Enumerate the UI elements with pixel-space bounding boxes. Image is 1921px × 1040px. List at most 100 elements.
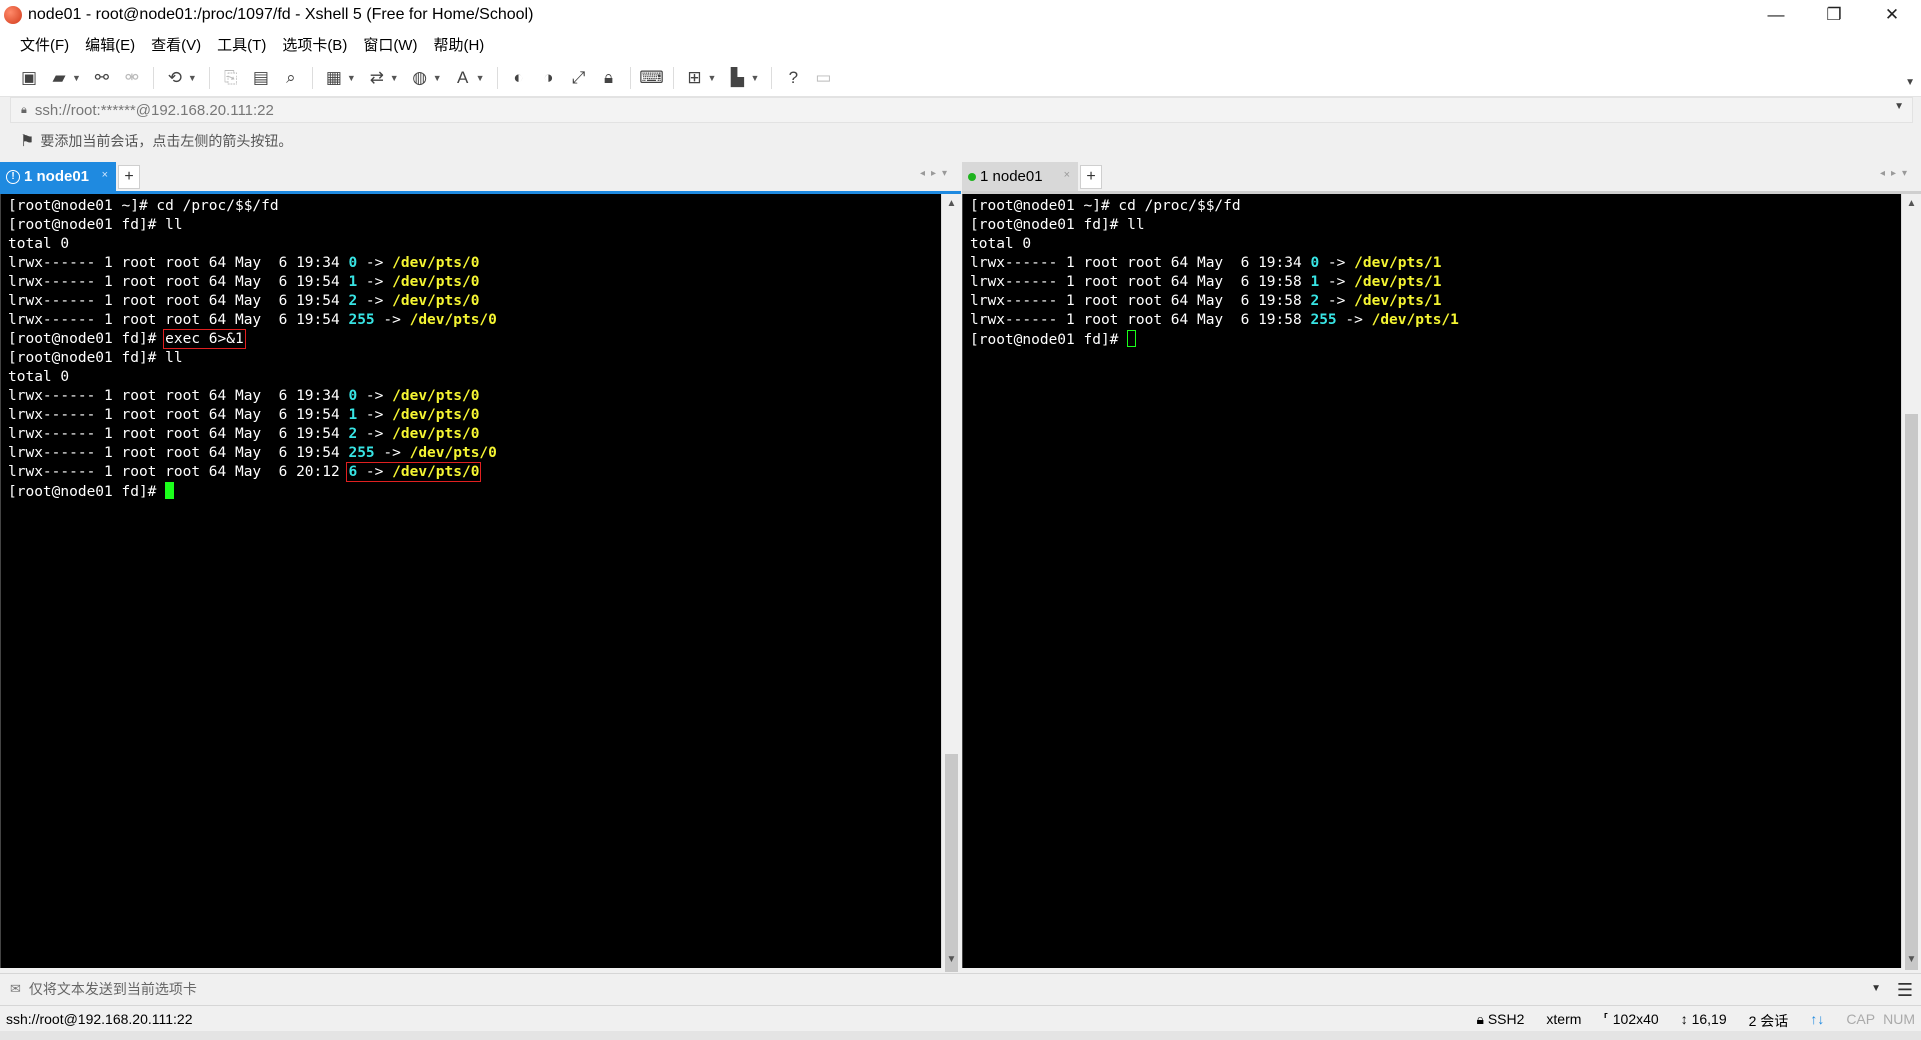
add-tab-button[interactable]: +: [118, 165, 140, 189]
scroll-up-icon[interactable]: ▲: [1902, 194, 1921, 212]
close-icon[interactable]: ×: [102, 169, 108, 181]
terminal-text: lrwx------ 1 root root 64 May 6 19:34: [8, 255, 349, 271]
minimize-button[interactable]: —: [1747, 0, 1805, 29]
terminal-line: [root@node01 fd]# ll: [8, 216, 941, 235]
chevron-down-icon[interactable]: ▼: [476, 73, 485, 83]
restore-button[interactable]: ❐: [1805, 0, 1863, 29]
globe-icon[interactable]: ◍: [409, 67, 431, 89]
tab-scroll-icons[interactable]: ◂▸▾: [920, 168, 953, 179]
terminal-text: [root@node01 fd]# ll: [8, 350, 183, 366]
terminal-output-left[interactable]: [root@node01 ~]# cd /proc/$$/fd [root@nod…: [0, 194, 941, 968]
terminal-line: [root@node01 fd]# exec 6>&1: [8, 329, 941, 349]
add-tab-button[interactable]: +: [1080, 165, 1102, 189]
chevron-down-icon[interactable]: ▼: [390, 73, 399, 83]
terminal-text: lrwx------ 1 root root 64 May 6 19:54: [8, 293, 349, 309]
terminal-line: lrwx------ 1 root root 64 May 6 20:12 6 …: [8, 462, 941, 482]
tab-label: 1 node01: [24, 168, 90, 185]
find-icon[interactable]: ⌕: [280, 67, 302, 89]
left-tab-bar: ! 1 node01 × + ◂▸▾: [0, 160, 961, 194]
chevron-down-icon[interactable]: ▼: [1894, 101, 1904, 112]
scroll-up-icon[interactable]: ▲: [942, 194, 961, 212]
menu-edit[interactable]: 编辑(E): [77, 34, 143, 55]
lock-icon[interactable]: 🔒︎: [598, 67, 620, 89]
toolbar-divider: [152, 66, 154, 89]
terminal-highlight: /dev/pts/0: [392, 255, 480, 271]
terminal-line: lrwx------ 1 root root 64 May 6 19:58 2 …: [970, 292, 1901, 311]
keyboard-icon[interactable]: ⌨: [639, 67, 664, 89]
chevron-down-icon[interactable]: ▼: [347, 73, 356, 83]
chevron-down-icon[interactable]: ▼: [750, 73, 759, 83]
scrollbar-right[interactable]: ▲ ▼: [1901, 194, 1921, 970]
toolbar-divider: [672, 66, 674, 89]
highlight-box: 6 -> /dev/pts/0: [346, 462, 482, 482]
reconnect-settings-icon[interactable]: ⟲: [164, 67, 186, 89]
menu-window[interactable]: 窗口(W): [355, 34, 425, 55]
scroll-down-icon[interactable]: ▼: [1902, 950, 1921, 968]
print-icon[interactable]: ▦: [323, 67, 345, 89]
fullscreen-icon[interactable]: ⤢: [568, 67, 590, 89]
xmanager-icon[interactable]: ◑: [538, 67, 560, 89]
session-hint-bar: ⚑ 要添加当前会话，点击左侧的箭头按钮。: [0, 126, 1921, 156]
terminal-line: lrwx------ 1 root root 64 May 6 19:54 25…: [8, 311, 941, 330]
terminal-line: lrwx------ 1 root root 64 May 6 19:34 0 …: [970, 254, 1901, 273]
terminal-text: [root@node01 fd]#: [8, 331, 166, 347]
terminal-highlight: /dev/pts/1: [1354, 293, 1442, 309]
menu-view[interactable]: 查看(V): [143, 34, 209, 55]
chat-icon[interactable]: ▭: [812, 67, 834, 89]
tab-node01-right[interactable]: 1 node01 ×: [962, 162, 1078, 191]
connect-icon[interactable]: ⚯: [91, 67, 113, 89]
chevron-down-icon[interactable]: ▼: [72, 73, 81, 83]
menu-tools[interactable]: 工具(T): [209, 34, 274, 55]
close-icon[interactable]: ×: [1064, 169, 1070, 181]
paste-icon[interactable]: ▤: [250, 67, 272, 89]
font-icon[interactable]: A: [452, 67, 474, 89]
tab-scroll-icons[interactable]: ◂▸▾: [1880, 168, 1913, 179]
transfer-icon[interactable]: ⇄: [366, 67, 388, 89]
address-text[interactable]: ssh://root:******@192.168.20.111:22: [35, 102, 274, 119]
arrow-bookmark-icon[interactable]: ⚑: [20, 131, 34, 151]
compose-bar[interactable]: ✉ 仅将文本发送到当前选项卡 ▼ ☰: [0, 973, 1921, 1003]
status-terminal: xterm: [1546, 1011, 1582, 1027]
terminal-highlight: /dev/pts/1: [1371, 312, 1459, 328]
scrollbar-thumb[interactable]: [1905, 414, 1918, 970]
close-button[interactable]: ✕: [1863, 0, 1921, 29]
open-folder-icon[interactable]: ▰: [48, 67, 70, 89]
menu-tabs[interactable]: 选项卡(B): [274, 34, 355, 55]
chevron-down-icon[interactable]: ▼: [188, 73, 197, 83]
info-icon: !: [6, 169, 20, 184]
terminal-text: lrwx------ 1 root root 64 May 6 19:54: [8, 445, 349, 461]
disconnect-icon[interactable]: ⚮: [121, 67, 143, 89]
menu-file[interactable]: 文件(F): [12, 34, 77, 55]
status-size: ⸢ 102x40: [1603, 1011, 1659, 1027]
scrollbar-thumb[interactable]: [945, 754, 958, 972]
terminal-cursor: [165, 482, 175, 499]
status-cap: CAP: [1846, 1011, 1876, 1027]
scroll-down-icon[interactable]: ▼: [942, 950, 961, 968]
copy-icon[interactable]: ⎘: [220, 67, 242, 89]
help-icon[interactable]: ?: [782, 67, 804, 89]
compose-icon[interactable]: ✉: [10, 981, 21, 997]
hamburger-menu-icon[interactable]: ☰: [1897, 980, 1913, 1001]
new-tab-icon[interactable]: ⊞: [684, 67, 706, 89]
terminal-highlight: 2: [348, 293, 358, 309]
new-session-icon[interactable]: ▣: [18, 67, 40, 89]
address-bar[interactable]: 🔒︎ ssh://root:******@192.168.20.111:22 ▼: [10, 97, 1913, 123]
chevron-down-icon[interactable]: ▼: [708, 73, 717, 83]
terminal-text: exec 6>&1: [165, 331, 244, 347]
status-num: NUM: [1883, 1011, 1915, 1027]
toolbar-overflow-icon[interactable]: ▼: [1905, 77, 1915, 88]
terminal-highlight: 0: [348, 255, 358, 271]
chevron-down-icon[interactable]: ▼: [433, 73, 442, 83]
xftp-icon[interactable]: ◐: [508, 67, 530, 89]
terminal-text: ->: [357, 274, 393, 290]
tab-node01-left[interactable]: ! 1 node01 ×: [0, 162, 116, 191]
xshell-app-icon[interactable]: [4, 5, 22, 24]
terminal-text: ->: [1319, 255, 1355, 271]
terminal-highlight: 255: [1310, 312, 1337, 328]
menu-help[interactable]: 帮助(H): [425, 34, 492, 55]
compose-placeholder[interactable]: 仅将文本发送到当前选项卡: [29, 979, 197, 999]
chevron-down-icon[interactable]: ▼: [1871, 983, 1881, 994]
scrollbar-left[interactable]: ▲ ▼: [941, 194, 961, 972]
terminal-output-right[interactable]: [root@node01 ~]# cd /proc/$$/fd [root@nod…: [962, 194, 1901, 968]
layout-icon[interactable]: ▙: [726, 67, 748, 89]
